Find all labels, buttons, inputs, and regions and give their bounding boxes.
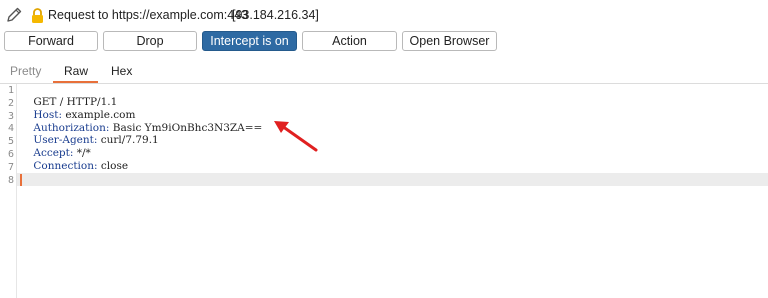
request-editor[interactable]: 1 2 3 4 5 6 7 8 GET / HTTP/1.1 Host: exa… (0, 84, 768, 298)
active-tab-indicator (53, 81, 98, 83)
request-bar: Request to https://example.com:443 [93.1… (0, 0, 768, 28)
drop-button[interactable]: Drop (103, 31, 197, 51)
tab-hex[interactable]: Hex (111, 64, 132, 78)
red-arrow-annotation (274, 121, 318, 152)
current-line-highlight (17, 173, 768, 186)
line-number: 5 (7, 136, 14, 148)
pencil-icon[interactable] (5, 6, 23, 24)
header-name: Connection: (33, 160, 98, 172)
action-button[interactable]: Action (302, 31, 397, 51)
header-line-connection: Connection: close (20, 148, 128, 184)
line-number-gutter: 1 2 3 4 5 6 7 8 (0, 84, 17, 298)
tab-pretty[interactable]: Pretty (10, 64, 41, 78)
line-number: 7 (7, 161, 14, 173)
header-value: close (97, 160, 129, 172)
line-number: 4 (7, 123, 14, 135)
intercept-toggle-button[interactable]: Intercept is on (202, 31, 297, 51)
forward-button[interactable]: Forward (4, 31, 98, 51)
lock-icon (32, 8, 43, 23)
open-browser-button[interactable]: Open Browser (402, 31, 497, 51)
line-number: 8 (7, 174, 14, 186)
header-value: curl/7.79.1 (97, 134, 159, 147)
line-number: 1 (7, 85, 14, 96)
view-tabs: Pretty Raw Hex (0, 61, 768, 84)
line-number: 2 (7, 97, 14, 109)
line-number: 6 (7, 149, 14, 160)
request-ip-label: [93.184.216.34] (232, 8, 319, 22)
request-url-label: Request to https://example.com:443 (48, 8, 249, 22)
tab-raw[interactable]: Raw (64, 64, 88, 78)
line-number: 3 (7, 110, 14, 122)
